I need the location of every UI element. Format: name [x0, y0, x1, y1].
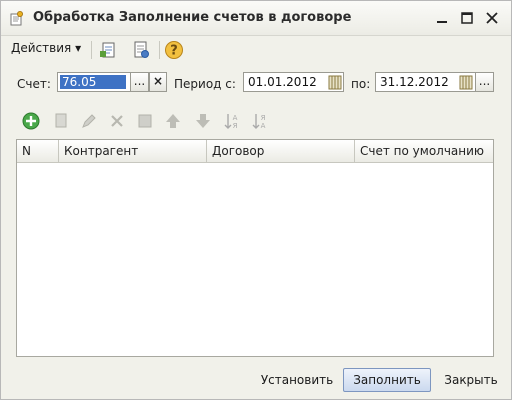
- column-header-default-account[interactable]: Счет по умолчанию: [355, 140, 493, 162]
- period-to-label: по:: [351, 77, 371, 91]
- fill-button[interactable]: Заполнить: [343, 368, 431, 392]
- add-icon[interactable]: [21, 111, 41, 131]
- column-header-label: Договор: [212, 144, 265, 158]
- help-icon[interactable]: ?: [164, 40, 184, 60]
- close-icon: [486, 12, 498, 24]
- minimize-button[interactable]: [433, 9, 451, 27]
- account-label: Счет:: [17, 77, 51, 91]
- table-header: N Контрагент Договор Счет по умолчанию: [17, 140, 493, 163]
- toolbar-divider: [159, 41, 160, 59]
- close-button[interactable]: Закрыть: [438, 368, 504, 392]
- svg-text:A: A: [233, 114, 238, 122]
- column-header-n[interactable]: N: [17, 140, 59, 162]
- move-down-icon[interactable]: [193, 111, 213, 131]
- maximize-button[interactable]: [458, 9, 476, 27]
- move-up-icon[interactable]: [163, 111, 183, 131]
- fill-document-icon[interactable]: [98, 40, 118, 60]
- window-title: Обработка Заполнение счетов в договоре: [33, 10, 352, 25]
- actions-label: Действия: [11, 41, 72, 55]
- dialog-window: Обработка Заполнение счетов в договоре Д…: [0, 0, 512, 400]
- calendar-icon[interactable]: [459, 74, 473, 90]
- svg-text:Я: Я: [261, 114, 266, 122]
- period-from-value: 01.01.2012: [248, 75, 317, 89]
- accounts-table[interactable]: N Контрагент Договор Счет по умолчанию: [16, 139, 494, 357]
- filter-row: Счет: 76.05 ... × Период с: 01.01.2012 п…: [1, 69, 511, 99]
- period-to-value: 31.12.2012: [380, 75, 449, 89]
- column-header-counterparty[interactable]: Контрагент: [59, 140, 207, 162]
- edit-icon[interactable]: [79, 111, 99, 131]
- sort-desc-icon[interactable]: Я A: [250, 111, 270, 131]
- title-bar[interactable]: Обработка Заполнение счетов в договоре: [1, 1, 511, 36]
- account-clear-button[interactable]: ×: [149, 72, 167, 92]
- calendar-icon[interactable]: [328, 74, 342, 90]
- account-select-button[interactable]: ...: [130, 72, 149, 92]
- maximize-icon: [461, 12, 473, 24]
- table-toolbar: A Я Я A: [1, 107, 511, 135]
- app-icon: [10, 11, 23, 26]
- main-toolbar: Действия ▾ ?: [1, 36, 511, 64]
- actions-menu-button[interactable]: Действия ▾: [11, 41, 81, 55]
- column-header-label: Контрагент: [64, 144, 139, 158]
- svg-text:Я: Я: [233, 122, 238, 130]
- svg-text:?: ?: [170, 44, 178, 59]
- column-header-contract[interactable]: Договор: [207, 140, 355, 162]
- chevron-down-icon: ▾: [75, 41, 82, 55]
- column-header-label: N: [22, 144, 31, 158]
- settings-document-icon[interactable]: [131, 40, 151, 60]
- set-button[interactable]: Установить: [256, 368, 338, 392]
- svg-text:A: A: [261, 122, 266, 130]
- column-header-label: Счет по умолчанию: [360, 144, 485, 158]
- delete-icon[interactable]: [107, 111, 127, 131]
- stop-icon[interactable]: [135, 111, 155, 131]
- sort-asc-icon[interactable]: A Я: [222, 111, 242, 131]
- period-from-label: Период с:: [174, 77, 236, 91]
- close-window-button[interactable]: [483, 9, 501, 27]
- account-value: 76.05: [62, 75, 97, 89]
- period-select-button[interactable]: ...: [475, 72, 494, 92]
- minimize-icon: [437, 21, 447, 23]
- copy-icon[interactable]: [51, 111, 71, 131]
- dialog-buttons: Установить Заполнить Закрыть: [1, 363, 511, 399]
- toolbar-divider: [91, 41, 92, 59]
